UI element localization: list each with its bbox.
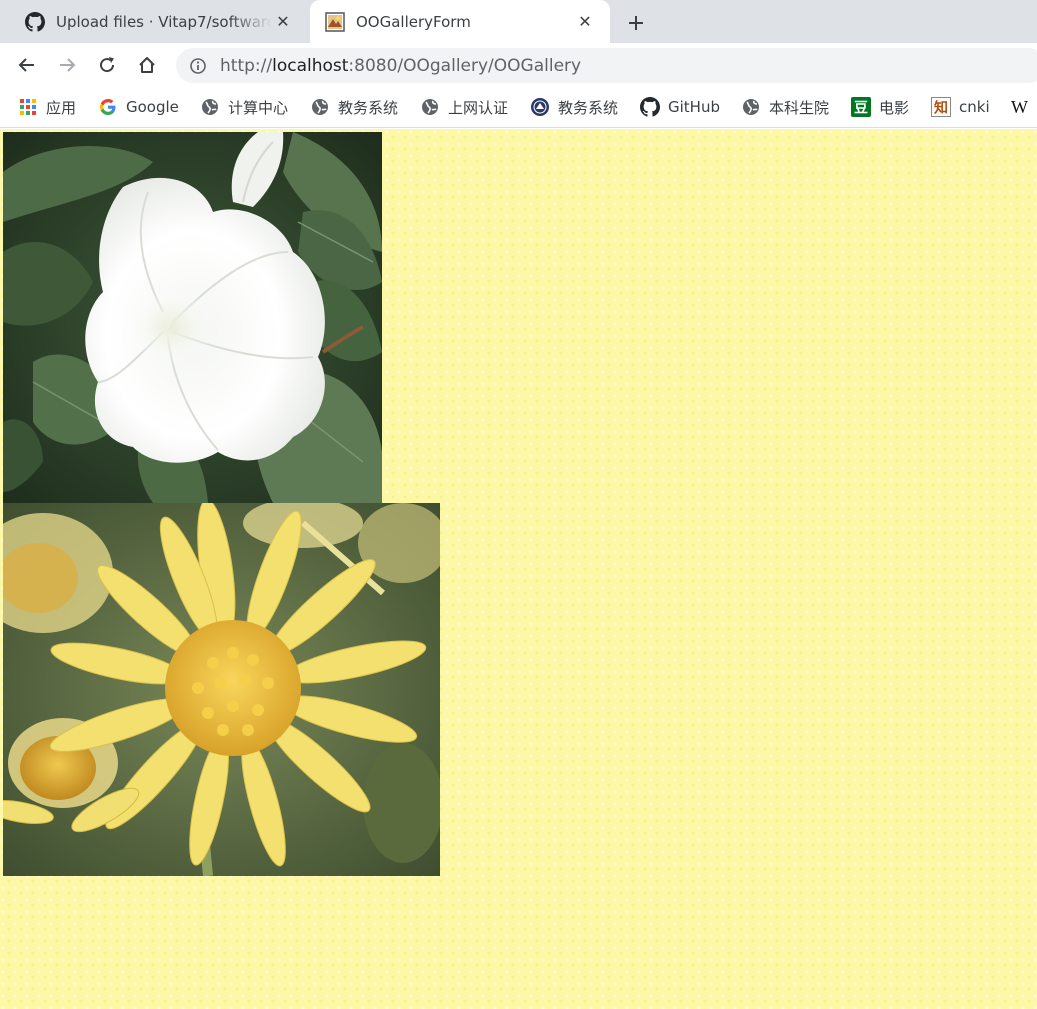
wikipedia-icon: W	[1011, 96, 1028, 117]
google-icon	[98, 97, 118, 117]
github-icon	[24, 11, 46, 33]
url-scheme: http://	[220, 55, 273, 76]
bookmark-label: 本科生院	[769, 98, 830, 117]
university-icon	[530, 97, 550, 117]
tab-upload-files[interactable]: Upload files · Vitap7/software_ ✕	[0, 0, 308, 43]
back-arrow-icon[interactable]	[13, 51, 41, 79]
gallery-image-morning-glory[interactable]	[3, 132, 382, 503]
apps-grid-icon	[18, 97, 38, 117]
bookmark-label: 教务系统	[558, 98, 619, 117]
gallery-image-yellow-daisy[interactable]	[3, 503, 440, 876]
bookmark-academic-system-1[interactable]: 教务系统	[310, 95, 398, 119]
tab-oogalleryform[interactable]: OOGalleryForm ✕	[310, 0, 610, 43]
github-icon	[640, 97, 660, 117]
bookmark-computing-center[interactable]: 计算中心	[200, 95, 288, 119]
bookmark-label: 教务系统	[338, 98, 399, 117]
globe-icon	[310, 97, 330, 117]
svg-text:豆: 豆	[854, 101, 868, 117]
new-tab-icon[interactable]	[622, 9, 650, 37]
bookmark-github[interactable]: GitHub	[640, 95, 720, 119]
bookmark-undergrad-school[interactable]: 本科生院	[741, 95, 829, 119]
bookmark-academic-system-2[interactable]: 教务系统	[530, 95, 618, 119]
close-tab-icon[interactable]: ✕	[574, 11, 596, 33]
globe-icon	[420, 97, 440, 117]
bookmark-label: 电影	[879, 98, 910, 117]
bookmark-apps[interactable]: 应用	[18, 95, 76, 119]
tab-title: OOGalleryForm	[356, 12, 471, 31]
bookmark-network-auth[interactable]: 上网认证	[420, 95, 508, 119]
bookmark-label: 上网认证	[448, 98, 509, 117]
bookmarks-bar: 应用 Google 计算中心 教务系统 上网认证 教务系统 GitHub 本科生…	[0, 87, 1037, 128]
bookmark-cnki[interactable]: 知 cnki	[931, 95, 990, 119]
url-host: localhost	[272, 55, 349, 76]
bookmark-google[interactable]: Google	[98, 95, 179, 119]
globe-icon	[741, 97, 761, 117]
cnki-icon: 知	[931, 97, 951, 117]
site-info-icon[interactable]	[176, 57, 220, 75]
globe-icon	[200, 97, 220, 117]
bookmark-movies[interactable]: 豆 电影	[851, 95, 909, 119]
browser-toolbar: http://localhost:8080/OOgallery/OOGaller…	[0, 43, 1037, 87]
reload-icon[interactable]	[93, 51, 121, 79]
bookmark-label: cnki	[959, 98, 990, 116]
forward-arrow-icon[interactable]	[53, 51, 81, 79]
tab-title: Upload files · Vitap7/software_	[56, 12, 272, 31]
bookmark-wikipedia[interactable]: W	[1011, 95, 1028, 119]
url-path: :8080/OOgallery/OOGallery	[348, 55, 582, 76]
bookmark-label: GitHub	[668, 98, 720, 116]
url-text: http://localhost:8080/OOgallery/OOGaller…	[220, 56, 581, 76]
home-icon[interactable]	[133, 51, 161, 79]
douban-icon: 豆	[851, 97, 871, 117]
gallery-icon	[324, 11, 346, 33]
bookmark-label: 计算中心	[228, 98, 289, 117]
close-tab-icon[interactable]: ✕	[272, 11, 294, 33]
svg-text:知: 知	[934, 100, 948, 117]
bookmark-label: Google	[126, 98, 179, 116]
address-bar[interactable]: http://localhost:8080/OOgallery/OOGaller…	[176, 48, 1037, 83]
bookmark-label: 应用	[46, 98, 77, 117]
tab-strip: Upload files · Vitap7/software_ ✕ OOGall…	[0, 0, 1037, 43]
gallery-page	[0, 129, 1037, 1009]
